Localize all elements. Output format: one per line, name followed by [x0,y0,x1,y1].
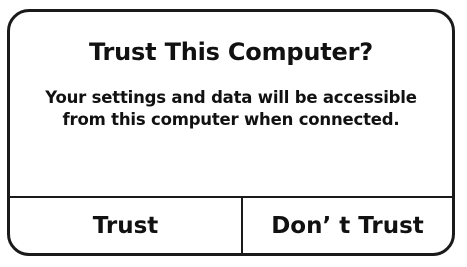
dialog-title: Trust This Computer? [89,38,373,66]
dialog-button-row: Trust Don’ t Trust [10,196,452,253]
dont-trust-button[interactable]: Don’ t Trust [243,198,452,253]
dialog-message: Your settings and data will be accessibl… [45,88,417,129]
dialog-body: Trust This Computer? Your settings and d… [10,12,452,196]
trust-dialog: Trust This Computer? Your settings and d… [7,9,455,256]
trust-button[interactable]: Trust [10,198,243,253]
